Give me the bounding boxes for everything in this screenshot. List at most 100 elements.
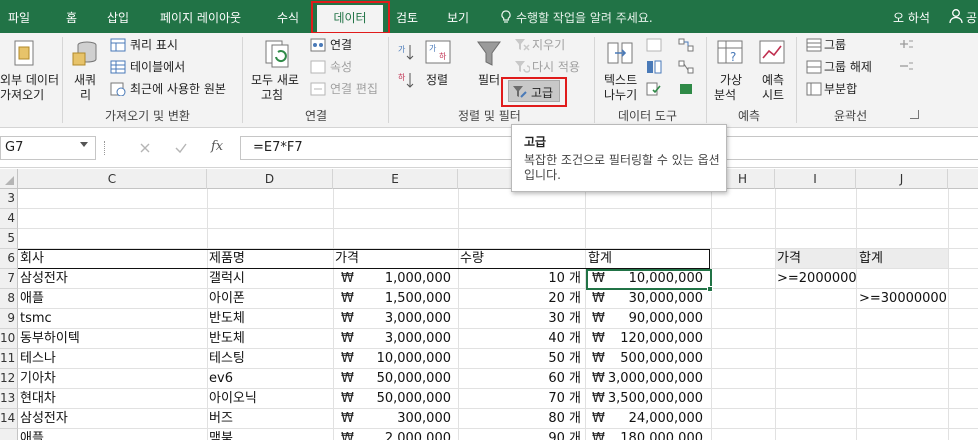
- ungroup-button[interactable]: 그룹 해제: [824, 60, 872, 74]
- criteria-header-price[interactable]: 가격: [777, 249, 801, 269]
- company-cell[interactable]: 애플: [20, 289, 44, 309]
- product-cell[interactable]: 갤럭시: [209, 269, 245, 289]
- quantity-cell[interactable]: 50 개: [458, 349, 581, 369]
- column-header-e[interactable]: E: [333, 169, 458, 189]
- product-cell[interactable]: 테스팅: [209, 349, 245, 369]
- quantity-cell[interactable]: 30 개: [458, 309, 581, 329]
- cancel-icon[interactable]: [138, 141, 152, 155]
- select-all-corner[interactable]: [0, 169, 18, 189]
- quantity-cell[interactable]: 20 개: [458, 289, 581, 309]
- fill-handle[interactable]: [707, 286, 713, 292]
- connections[interactable]: 연결: [330, 38, 352, 52]
- row-header-11[interactable]: 11: [0, 349, 18, 369]
- total-cell[interactable]: 3,000,000,000: [585, 369, 703, 389]
- sort-asc-icon[interactable]: 가: [398, 43, 414, 61]
- quantity-cell[interactable]: 70 개: [458, 389, 581, 409]
- outline-dialog-launcher[interactable]: [910, 110, 919, 119]
- total-cell[interactable]: 24,000,000: [585, 409, 703, 429]
- row-header-6[interactable]: 6: [0, 249, 18, 269]
- header-cell-company[interactable]: 회사: [20, 249, 44, 269]
- row-header-9[interactable]: 9: [0, 309, 18, 329]
- company-cell[interactable]: 테스나: [20, 349, 56, 369]
- insert-function-icon[interactable]: fx: [211, 139, 223, 154]
- selected-cell-g7[interactable]: [586, 269, 712, 290]
- share-button[interactable]: 공: [966, 9, 977, 26]
- sort-button[interactable]: 정렬: [426, 73, 448, 87]
- group-button[interactable]: 그룹: [824, 38, 846, 52]
- total-cell[interactable]: 500,000,000: [585, 349, 703, 369]
- product-cell[interactable]: 아이폰: [209, 289, 245, 309]
- header-cell-price[interactable]: 가격: [335, 249, 359, 269]
- quantity-cell[interactable]: 60 개: [458, 369, 581, 389]
- column-header-j[interactable]: J: [856, 169, 948, 189]
- price-cell[interactable]: 1,500,000: [333, 289, 451, 309]
- row-header-10[interactable]: 10: [0, 329, 18, 349]
- company-cell[interactable]: 기아차: [20, 369, 56, 389]
- recent-sources[interactable]: 최근에 사용한 원본: [130, 82, 226, 96]
- column-header-i[interactable]: I: [775, 169, 856, 189]
- row-header-5[interactable]: 5: [0, 229, 18, 249]
- tell-me-box[interactable]: 수행할 작업을 알려 주세요.: [500, 9, 653, 26]
- product-cell[interactable]: 아이오닉: [209, 389, 257, 409]
- filter-button[interactable]: 필터: [478, 73, 500, 87]
- remove-duplicates-icon[interactable]: [646, 60, 662, 74]
- tab-home[interactable]: 홈: [66, 9, 77, 26]
- price-cell[interactable]: 2,000,000: [333, 429, 451, 440]
- row-header-8[interactable]: 8: [0, 289, 18, 309]
- price-cell[interactable]: 10,000,000: [333, 349, 451, 369]
- product-cell[interactable]: 반도체: [209, 309, 245, 329]
- name-box[interactable]: G7: [0, 136, 96, 160]
- advanced-filter-button[interactable]: 고급: [508, 80, 560, 102]
- sort-desc-icon[interactable]: 하: [398, 71, 414, 89]
- text-to-columns-label2[interactable]: 나누기: [604, 88, 637, 102]
- refresh-all-label2[interactable]: 고침: [261, 88, 283, 102]
- company-cell[interactable]: 삼성전자: [20, 269, 68, 289]
- tab-formulas[interactable]: 수식: [277, 9, 299, 26]
- header-cell-total[interactable]: 합계: [588, 249, 612, 269]
- row-header-7[interactable]: 7: [0, 269, 18, 289]
- hide-detail-icon[interactable]: [898, 60, 914, 72]
- total-cell[interactable]: 180,000,000: [585, 429, 703, 440]
- header-cell-product[interactable]: 제품명: [209, 249, 245, 269]
- column-header-c[interactable]: C: [18, 169, 207, 189]
- get-external-data-label2[interactable]: 가져오기: [0, 88, 44, 102]
- tab-review[interactable]: 검토: [396, 9, 418, 26]
- user-name[interactable]: 오 하석: [893, 9, 930, 26]
- quantity-cell[interactable]: 40 개: [458, 329, 581, 349]
- data-validation-icon[interactable]: [646, 82, 662, 96]
- header-cell-quantity[interactable]: 수량: [460, 249, 484, 269]
- subtotal-button[interactable]: 부분합: [824, 82, 857, 96]
- tab-page-layout[interactable]: 페이지 레이아웃: [160, 9, 241, 26]
- quantity-cell[interactable]: 90 개: [458, 429, 581, 440]
- product-cell[interactable]: 버즈: [209, 409, 233, 429]
- total-cell[interactable]: 90,000,000: [585, 309, 703, 329]
- enter-icon[interactable]: [174, 141, 188, 155]
- show-detail-icon[interactable]: [898, 38, 914, 50]
- forecast-sheet-label2[interactable]: 시트: [762, 88, 784, 102]
- row-header-12[interactable]: 12: [0, 369, 18, 389]
- product-cell[interactable]: 맥북: [209, 429, 233, 440]
- company-cell[interactable]: tsmc: [20, 309, 52, 329]
- product-cell[interactable]: 반도체: [209, 329, 245, 349]
- company-cell[interactable]: 동부하이텍: [20, 329, 80, 349]
- total-cell[interactable]: 3,500,000,000: [585, 389, 703, 409]
- row-header-13[interactable]: 13: [0, 389, 18, 409]
- total-cell[interactable]: 120,000,000: [585, 329, 703, 349]
- worksheet-grid[interactable]: 3 4 5 6 7 8 9 10 11 12 13 14 회사 제품명 가격 수…: [0, 189, 978, 440]
- price-cell[interactable]: 3,000,000: [333, 329, 451, 349]
- refresh-all-label1[interactable]: 모두 새로: [251, 73, 299, 87]
- get-external-data-label1[interactable]: 외부 데이터: [0, 73, 59, 87]
- company-cell[interactable]: 삼성전자: [20, 409, 68, 429]
- row-header-14[interactable]: 14: [0, 409, 18, 429]
- price-cell[interactable]: 3,000,000: [333, 309, 451, 329]
- criteria-total-condition[interactable]: >=30000000: [859, 289, 947, 309]
- new-query-label1[interactable]: 새쿼: [74, 73, 96, 87]
- flash-fill-icon[interactable]: [646, 38, 662, 52]
- company-cell[interactable]: 현대차: [20, 389, 56, 409]
- criteria-header-total[interactable]: 합계: [859, 249, 883, 269]
- tab-view[interactable]: 보기: [447, 9, 469, 26]
- from-table[interactable]: 테이블에서: [130, 60, 185, 74]
- consolidate-icon[interactable]: [678, 38, 694, 52]
- name-box-dropdown-icon[interactable]: [80, 142, 88, 147]
- quantity-cell[interactable]: 10 개: [458, 269, 581, 289]
